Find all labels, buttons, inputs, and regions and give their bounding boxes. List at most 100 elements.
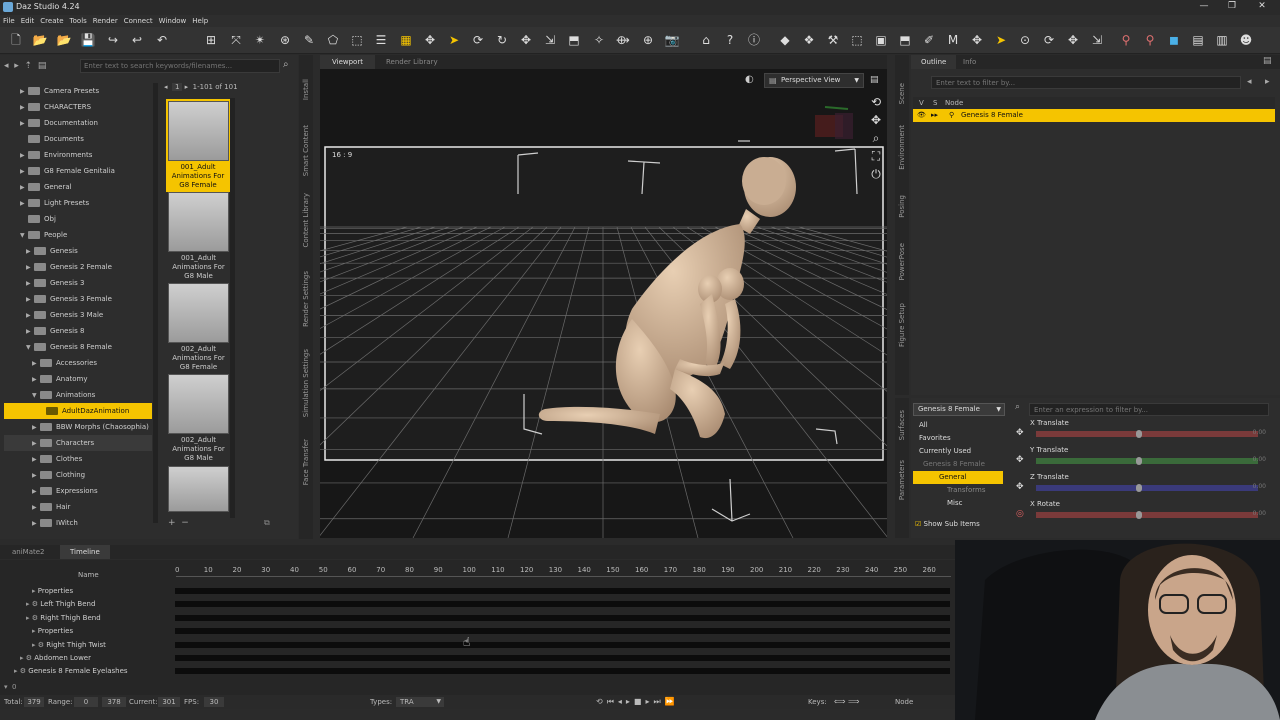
timeline-row[interactable]: ▸ ⚙ Right Thigh Twist	[0, 639, 106, 652]
tree-item[interactable]: ▶ Hair	[4, 499, 152, 515]
new-file-icon[interactable]: 🗋	[8, 32, 24, 48]
group-misc[interactable]: Misc	[913, 497, 1003, 510]
group-currently-used[interactable]: Currently Used	[913, 445, 1003, 458]
slider-knob[interactable]	[1136, 511, 1142, 519]
merge-file-icon[interactable]: 📂	[56, 32, 72, 48]
parameter-slider[interactable]: ✥ X Translate 0.00	[1014, 419, 1270, 445]
zoom-icon[interactable]: ⊙	[1017, 32, 1033, 48]
camera-icon[interactable]: 📷	[664, 32, 680, 48]
view-mode-icon[interactable]: ▤	[38, 61, 47, 71]
universal-tool-icon[interactable]: ⤧	[228, 32, 244, 48]
pointer-alt-icon[interactable]: ➤	[993, 32, 1009, 48]
tab-render-library[interactable]: Render Library	[380, 55, 444, 69]
pointer-icon[interactable]: ➤	[446, 32, 462, 48]
parameter-slider[interactable]: ✥ Z Translate 0.00	[1014, 473, 1270, 499]
forward-icon[interactable]: ▸	[14, 61, 19, 71]
show-sub-items-checkbox[interactable]: ☑ Show Sub Items	[915, 520, 980, 528]
scene-node-row[interactable]: 👁 ▸▸ ⚲ Genesis 8 Female	[913, 109, 1275, 122]
orbit-camera-icon[interactable]: ⟲	[869, 93, 883, 111]
side-tab[interactable]: Parameters	[898, 460, 906, 500]
back-icon[interactable]: ◂	[4, 61, 9, 71]
side-tab[interactable]: Smart Content	[302, 125, 310, 176]
content-thumbnail[interactable]: 002_Adult Animations For G8 Male	[168, 374, 229, 463]
keys-controls-icon[interactable]: ⟺ ⟹	[834, 695, 859, 709]
collapsed-arrow-icon[interactable]: ▶	[20, 116, 28, 132]
menu-connect[interactable]: Connect	[121, 15, 156, 27]
tree-item[interactable]: ▶ Genesis 8	[4, 323, 152, 339]
orbit-icon[interactable]: ⟳	[1041, 32, 1057, 48]
collapsed-arrow-icon[interactable]: ▶	[20, 148, 28, 164]
tree-item[interactable]: ▶ Accessories	[4, 355, 152, 371]
menu-create[interactable]: Create	[37, 15, 66, 27]
timeline-row[interactable]: ▸ ⚙ Left Thigh Bend	[0, 598, 95, 611]
brush-icon[interactable]: ✐	[921, 32, 937, 48]
open-file-icon[interactable]: 📂	[32, 32, 48, 48]
menu-edit[interactable]: Edit	[18, 15, 38, 27]
fps-value[interactable]: 30	[204, 697, 224, 707]
tree-item[interactable]: ▶ Documentation	[4, 115, 152, 131]
timeline-row[interactable]: ▸ ⚙ Genesis 8 Female Eyelashes	[0, 665, 128, 678]
group-genesis8[interactable]: Genesis 8 Female	[913, 458, 1003, 471]
collapsed-arrow-icon[interactable]: ▶	[32, 516, 40, 532]
keyframe-track[interactable]	[175, 588, 950, 594]
undo-icon[interactable]: ↶	[154, 32, 170, 48]
add-icon[interactable]: + −	[168, 518, 189, 528]
light-tool-icon[interactable]: ✧	[591, 32, 607, 48]
tab-outline[interactable]: Outline	[911, 55, 957, 69]
render-icon[interactable]: ◆	[777, 32, 793, 48]
help-icon[interactable]: ⓘ	[746, 32, 762, 48]
render-region-icon[interactable]: ▣	[873, 32, 889, 48]
next-page-icon[interactable]: ▸	[185, 83, 189, 91]
slider-track[interactable]	[1036, 484, 1258, 492]
collapsed-arrow-icon[interactable]: ▶	[26, 292, 34, 308]
active-pose-icon[interactable]: ✴	[252, 32, 268, 48]
side-tab[interactable]: Content Library	[302, 193, 310, 248]
scene-filter-input[interactable]	[931, 76, 1241, 89]
tree-item[interactable]: ▼ Animations	[4, 387, 152, 403]
zoom-camera-icon[interactable]: ⌕	[869, 129, 883, 147]
geometry-editor-icon[interactable]: ⬠	[325, 32, 341, 48]
tree-item[interactable]: ▶ Genesis 3	[4, 275, 152, 291]
collapsed-arrow-icon[interactable]: ▶	[20, 180, 28, 196]
filter-forward-icon[interactable]: ▸	[1265, 77, 1270, 87]
timeline-row[interactable]: ▸ ⚙ Abdomen Lower	[0, 652, 91, 665]
close-button[interactable]: ✕	[1248, 1, 1276, 13]
tab-animate2[interactable]: aniMate2	[4, 545, 53, 559]
draw-style-icon[interactable]: ◐	[745, 74, 754, 85]
timeline-collapse-icon[interactable]: ▾ 0	[4, 683, 16, 691]
bridge-icon[interactable]: ⚒	[825, 32, 841, 48]
collapsed-arrow-icon[interactable]: ▶	[20, 100, 28, 116]
translate-icon[interactable]: ✥	[518, 32, 534, 48]
slider-value[interactable]: 0.00	[1253, 483, 1266, 490]
menu-tools[interactable]: Tools	[67, 15, 90, 27]
menu-window[interactable]: Window	[156, 15, 190, 27]
minimize-button[interactable]: —	[1190, 1, 1218, 13]
tree-item[interactable]: ▶ G8 Female Genitalia	[4, 163, 152, 179]
total-value[interactable]: 379	[24, 697, 44, 707]
tree-item[interactable]: ▶ Characters	[4, 435, 152, 451]
collapsed-arrow-icon[interactable]: ▶	[32, 452, 40, 468]
tree-item[interactable]: ▶ IWitch	[4, 515, 152, 531]
library-search-input[interactable]	[80, 59, 280, 73]
menu-file[interactable]: File	[0, 15, 18, 27]
param-search-icon[interactable]: ⌕	[1015, 402, 1020, 412]
export-icon[interactable]: ↪	[105, 32, 121, 48]
tree-item[interactable]: ▶ BBW Morphs (Chaosophia)	[4, 419, 152, 435]
surface-selection-icon[interactable]: ✎	[301, 32, 317, 48]
slider-knob[interactable]	[1136, 484, 1142, 492]
current-frame[interactable]: 301	[158, 697, 180, 707]
group-transforms[interactable]: Transforms	[913, 484, 1003, 497]
morph-tool-icon[interactable]: ⟴	[615, 32, 631, 48]
figure-select[interactable]: Genesis 8 Female ▼	[913, 403, 1005, 416]
group-favorites[interactable]: Favorites	[913, 432, 1003, 445]
tree-item[interactable]: ▶ Light Presets	[4, 195, 152, 211]
panel-options-icon[interactable]: ⧉	[264, 518, 270, 528]
group-all[interactable]: All	[913, 418, 1003, 432]
side-tab[interactable]: Posing	[898, 195, 906, 218]
tree-item[interactable]: ▼ People	[4, 227, 152, 243]
tree-item[interactable]: ▼ Genesis 8 Female	[4, 339, 152, 355]
side-tab[interactable]: Surfaces	[898, 410, 906, 440]
collapsed-arrow-icon[interactable]: ▶	[26, 244, 34, 260]
group-general[interactable]: General	[913, 471, 1003, 484]
parameter-slider[interactable]: ✥ Y Translate 0.00	[1014, 446, 1270, 472]
